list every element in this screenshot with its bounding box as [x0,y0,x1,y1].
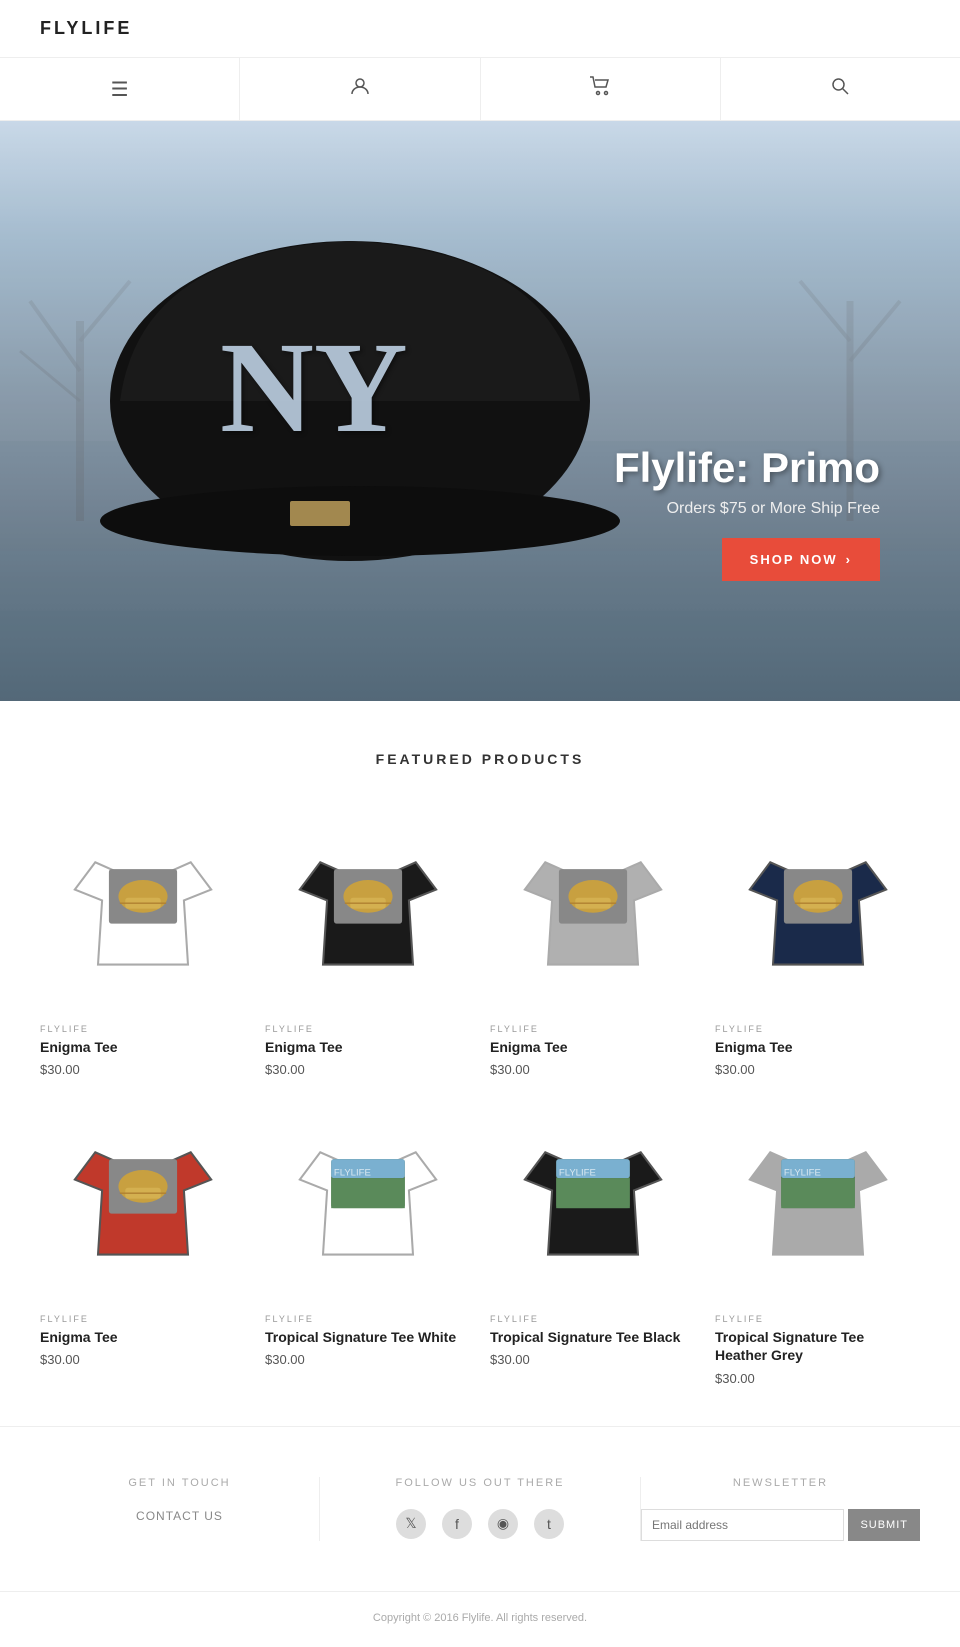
shop-now-arrow: › [846,552,852,567]
product-image-wrap [715,807,920,1012]
product-name: Enigma Tee [40,1038,245,1056]
hat-illustration: NY [60,201,660,581]
submit-button[interactable]: SUBMIT [848,1509,920,1541]
shop-now-label: SHOP NOW [750,552,838,567]
site-nav: ☰ [0,58,960,121]
footer-social-heading: FOLLOW US OUT THERE [340,1477,620,1489]
site-logo: FLYLIFE [40,18,132,39]
footer-contact: GET IN TOUCH CONTACT US [40,1477,320,1541]
instagram-icon[interactable]: ◉ [488,1509,518,1539]
shop-now-button[interactable]: SHOP NOW › [722,538,880,581]
site-footer: GET IN TOUCH CONTACT US FOLLOW US OUT TH… [0,1426,960,1644]
product-price: $30.00 [715,1062,920,1077]
product-card[interactable]: FLYLIFE Enigma Tee $30.00 [40,807,245,1077]
account-icon [350,76,370,102]
product-name: Tropical Signature Tee White [265,1328,470,1346]
product-name: Tropical Signature Tee Heather Grey [715,1328,920,1364]
footer-newsletter: NEWSLETTER SUBMIT [640,1477,920,1541]
product-price: $30.00 [490,1062,695,1077]
product-image-wrap: FLYLIFE [490,1097,695,1302]
tshirt-svg: FLYLIFE [288,1125,448,1275]
product-name: Enigma Tee [715,1038,920,1056]
product-price: $30.00 [265,1062,470,1077]
product-image-wrap: FLYLIFE [715,1097,920,1302]
tshirt-svg [63,835,223,985]
product-brand: FLYLIFE [265,1314,470,1324]
product-brand: FLYLIFE [490,1024,695,1034]
product-name: Enigma Tee [265,1038,470,1056]
nav-cart[interactable] [481,58,721,120]
products-grid: FLYLIFE Enigma Tee $30.00 FLYLIFE Enigma… [40,807,920,1386]
svg-text:NY: NY [220,316,408,460]
svg-text:FLYLIFE: FLYLIFE [783,1167,820,1178]
featured-products-section: FEATURED PRODUCTS FLYLIFE Enigma Tee $30… [0,701,960,1426]
product-brand: FLYLIFE [265,1024,470,1034]
product-card[interactable]: FLYLIFE Enigma Tee $30.00 [715,807,920,1077]
nav-account[interactable] [240,58,480,120]
search-icon [831,77,849,101]
product-brand: FLYLIFE [40,1024,245,1034]
product-price: $30.00 [40,1062,245,1077]
product-card[interactable]: FLYLIFE Enigma Tee $30.00 [490,807,695,1077]
hero-content: Flylife: Primo Orders $75 or More Ship F… [614,444,880,581]
tumblr-icon[interactable]: t [534,1509,564,1539]
tshirt-svg [288,835,448,985]
cart-icon [589,76,611,102]
product-brand: FLYLIFE [715,1024,920,1034]
tshirt-svg [63,1125,223,1275]
svg-text:FLYLIFE: FLYLIFE [333,1167,370,1178]
tshirt-svg [738,835,898,985]
product-image-wrap [40,1097,245,1302]
footer-social: FOLLOW US OUT THERE 𝕏 f ◉ t [340,1477,620,1541]
product-brand: FLYLIFE [490,1314,695,1324]
product-price: $30.00 [715,1371,920,1386]
tshirt-svg: FLYLIFE [513,1125,673,1275]
product-image-wrap: FLYLIFE [265,1097,470,1302]
product-name: Enigma Tee [40,1328,245,1346]
product-price: $30.00 [265,1352,470,1367]
social-icons-row: 𝕏 f ◉ t [340,1509,620,1539]
newsletter-form: SUBMIT [641,1509,920,1541]
product-card[interactable]: FLYLIFE Enigma Tee $30.00 [40,1097,245,1385]
product-name: Tropical Signature Tee Black [490,1328,695,1346]
section-title: FEATURED PRODUCTS [40,751,920,767]
contact-us-link[interactable]: CONTACT US [40,1509,319,1523]
tshirt-svg [513,835,673,985]
email-input[interactable] [641,1509,844,1541]
product-image-wrap [265,807,470,1012]
product-image-wrap [490,807,695,1012]
facebook-icon[interactable]: f [442,1509,472,1539]
product-price: $30.00 [490,1352,695,1367]
product-card[interactable]: FLYLIFE FLYLIFE Tropical Signature Tee W… [265,1097,470,1385]
product-brand: FLYLIFE [715,1314,920,1324]
hero-section: NY Flylife: Primo Orders $75 or More Shi… [0,121,960,701]
tshirt-svg: FLYLIFE [738,1125,898,1275]
copyright-text: Copyright © 2016 Flylife. All rights res… [373,1612,587,1624]
nav-menu[interactable]: ☰ [0,58,240,120]
hero-subtitle: Orders $75 or More Ship Free [614,500,880,518]
copyright-bar: Copyright © 2016 Flylife. All rights res… [0,1591,960,1644]
product-name: Enigma Tee [490,1038,695,1056]
menu-icon: ☰ [111,77,129,102]
product-image-wrap [40,807,245,1012]
product-card[interactable]: FLYLIFE Enigma Tee $30.00 [265,807,470,1077]
twitter-icon[interactable]: 𝕏 [396,1509,426,1539]
product-card[interactable]: FLYLIFE FLYLIFE Tropical Signature Tee B… [490,1097,695,1385]
product-card[interactable]: FLYLIFE FLYLIFE Tropical Signature Tee H… [715,1097,920,1385]
product-brand: FLYLIFE [40,1314,245,1324]
newsletter-heading: NEWSLETTER [641,1477,920,1489]
site-header: FLYLIFE [0,0,960,58]
hero-title: Flylife: Primo [614,444,880,492]
nav-search[interactable] [721,58,960,120]
product-price: $30.00 [40,1352,245,1367]
svg-text:FLYLIFE: FLYLIFE [558,1167,595,1178]
footer-contact-heading: GET IN TOUCH [40,1477,319,1489]
